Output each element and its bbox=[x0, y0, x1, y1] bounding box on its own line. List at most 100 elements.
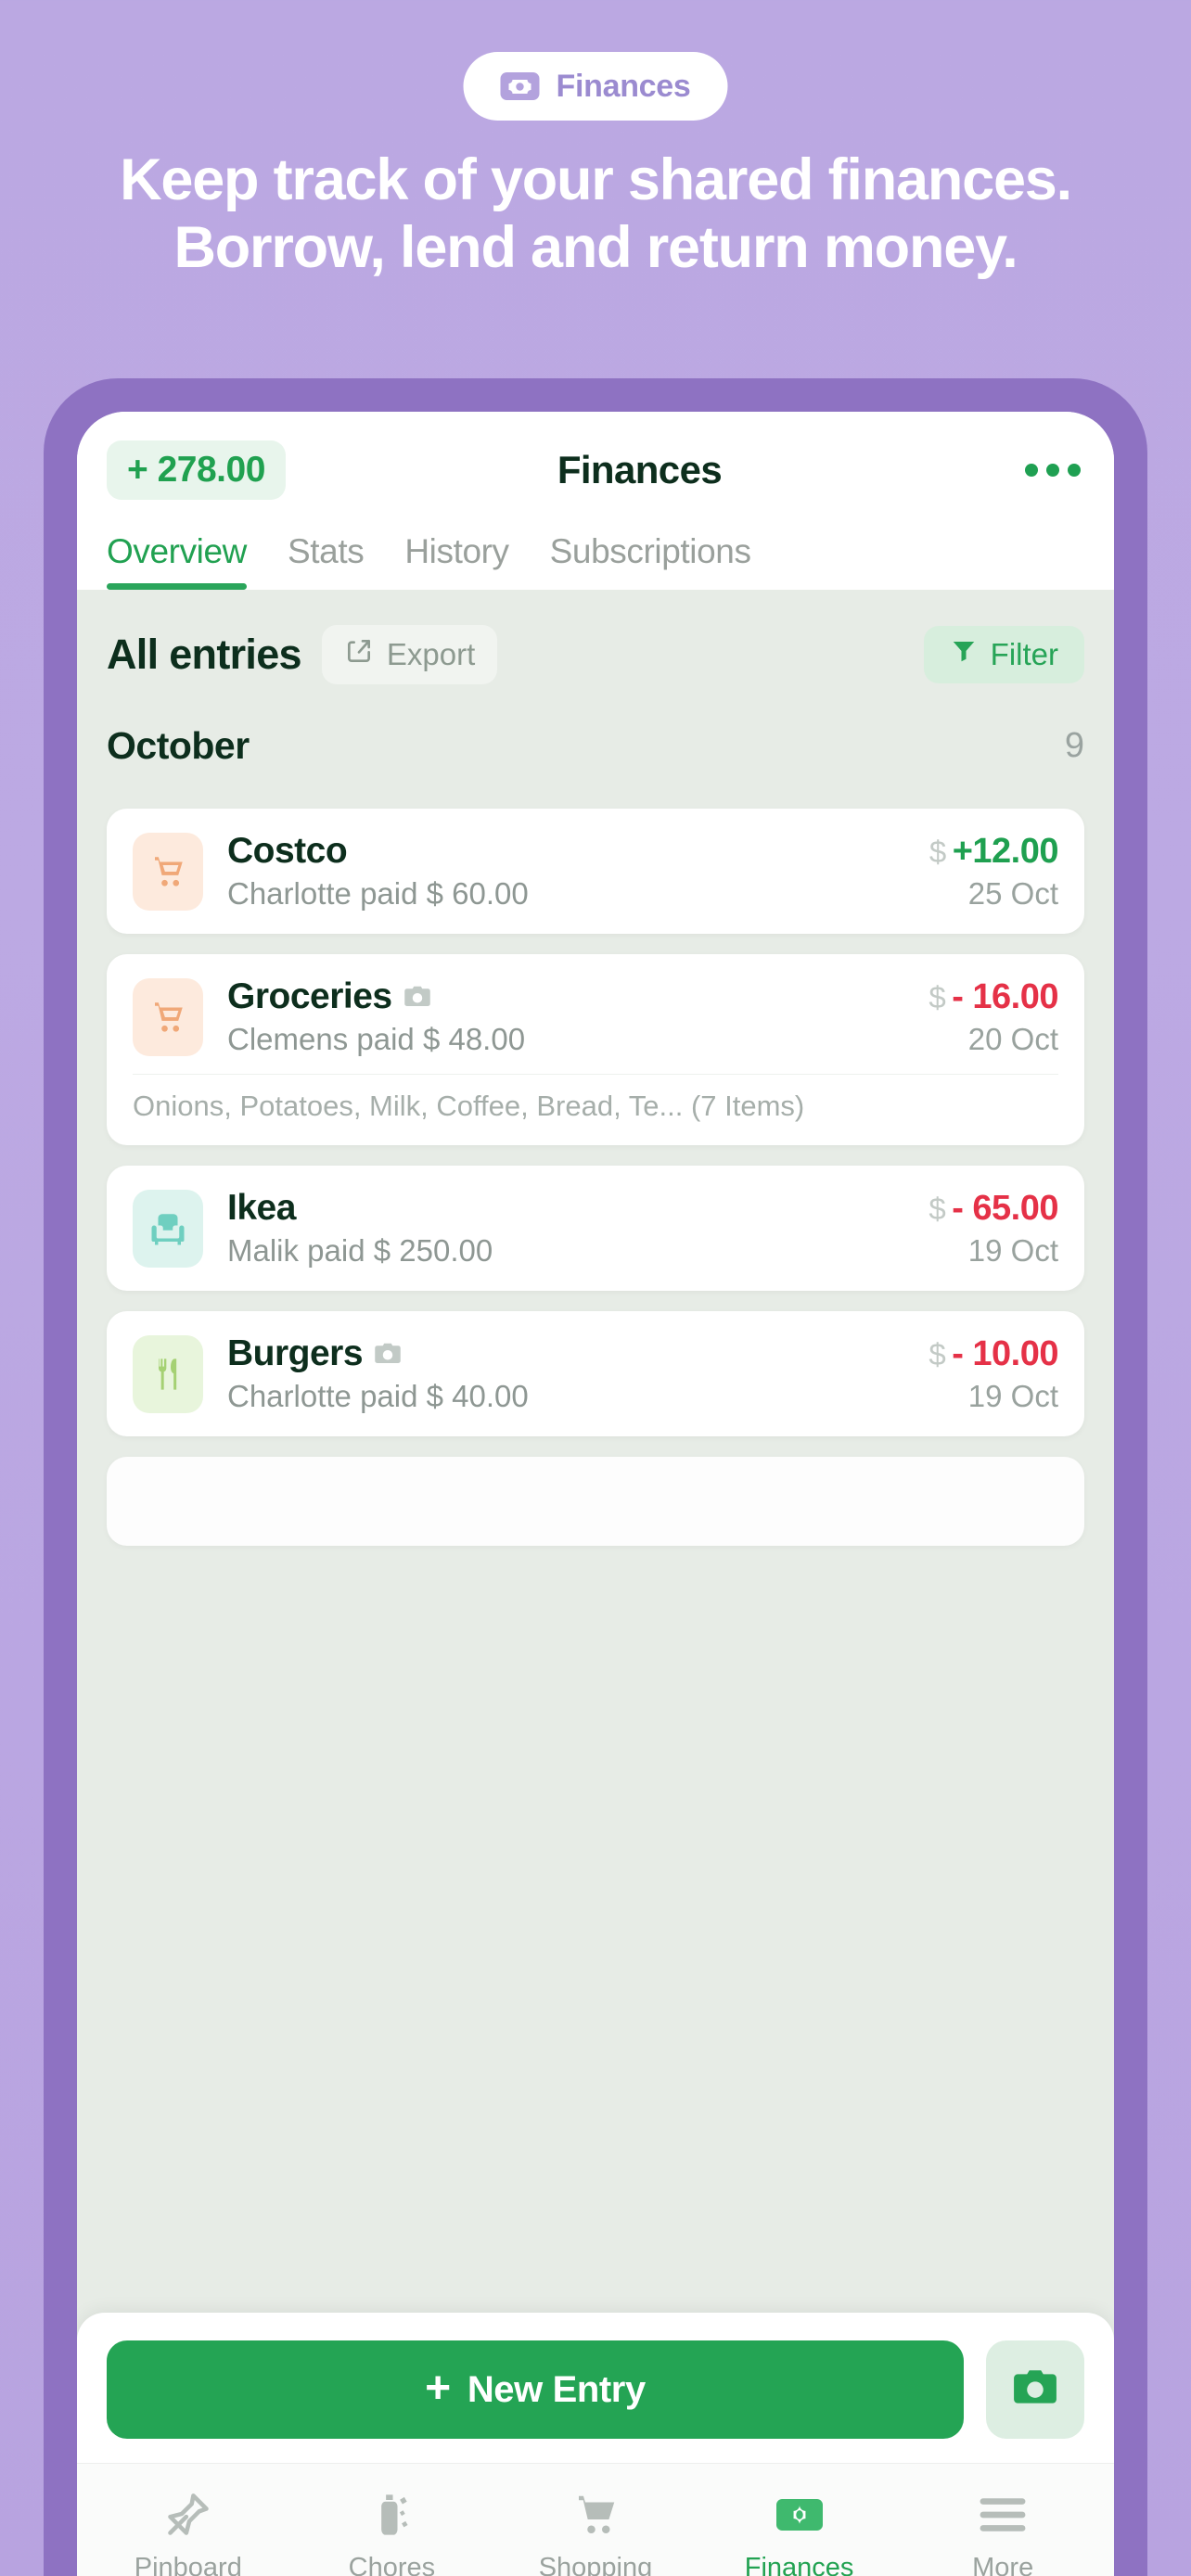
filter-label: Filter bbox=[990, 637, 1058, 671]
currency-symbol: $ bbox=[928, 834, 946, 869]
entry-name-row: Ikea bbox=[227, 1188, 904, 1229]
more-dots-icon[interactable] bbox=[1021, 456, 1084, 484]
new-entry-label: New Entry bbox=[467, 2368, 646, 2410]
new-entry-button[interactable]: + New Entry bbox=[107, 2340, 964, 2439]
list-header: All entries Export Filter bbox=[107, 621, 1084, 688]
tab-history[interactable]: History bbox=[404, 532, 509, 590]
entry-name-row: Burgers bbox=[227, 1333, 904, 1374]
entry-amount: $ - 16.00 bbox=[928, 977, 1058, 1017]
list-title: All entries bbox=[107, 631, 302, 678]
armchair-icon bbox=[133, 1189, 203, 1268]
pushpin-icon bbox=[164, 2488, 212, 2542]
filter-button[interactable]: Filter bbox=[923, 626, 1084, 683]
tab-chores[interactable]: Chores bbox=[290, 2488, 494, 2576]
shopping-cart-icon bbox=[133, 977, 203, 1056]
tab-label: Finances bbox=[744, 2553, 854, 2576]
hamburger-menu-icon bbox=[978, 2488, 1028, 2542]
camera-button[interactable] bbox=[986, 2340, 1084, 2439]
currency-symbol: $ bbox=[928, 1191, 946, 1226]
entries-list-area: All entries Export Filter October 9 Cost… bbox=[77, 590, 1114, 2463]
entry-amount: $ +12.00 bbox=[928, 831, 1059, 872]
entry-name: Burgers bbox=[227, 1333, 364, 1373]
entry-subtitle: Charlotte paid $ 60.00 bbox=[227, 876, 529, 911]
tab-more[interactable]: More bbox=[901, 2488, 1105, 2576]
tab-stats[interactable]: Stats bbox=[288, 532, 365, 590]
cutlery-icon bbox=[133, 1334, 203, 1413]
phone-screen: + 278.00 Finances Overview Stats History… bbox=[77, 412, 1114, 2576]
currency-symbol: $ bbox=[928, 1336, 946, 1371]
camera-icon bbox=[374, 1342, 402, 1366]
entry-right: $ - 65.00 19 Oct bbox=[928, 1189, 1058, 1269]
banknote-icon bbox=[500, 72, 540, 100]
currency-symbol: $ bbox=[928, 979, 946, 1014]
amount-value: - 65.00 bbox=[952, 1188, 1058, 1228]
entry-mid: Burgers Charlotte paid $ 40.00 bbox=[227, 1333, 904, 1414]
entry-right: $ - 10.00 19 Oct bbox=[928, 1334, 1058, 1414]
banknote-icon bbox=[775, 2488, 823, 2542]
month-entry-count: 9 bbox=[1064, 725, 1084, 765]
app-header-row: + 278.00 Finances bbox=[107, 436, 1084, 504]
entry-mid: Costco Charlotte paid $ 60.00 bbox=[227, 831, 905, 912]
entry-card[interactable]: Burgers Charlotte paid $ 40.00 $ - 10.00 … bbox=[107, 1311, 1084, 1436]
entry-card-partial[interactable] bbox=[107, 1457, 1084, 1546]
entry-mid: Groceries Clemens paid $ 48.00 bbox=[227, 976, 904, 1057]
tab-label: Pinboard bbox=[134, 2553, 242, 2576]
spray-bottle-icon bbox=[367, 2488, 416, 2542]
marketing-headline: Keep track of your shared finances. Borr… bbox=[120, 147, 1072, 281]
bottom-tab-bar: Pinboard Chores Shopping Finances More bbox=[77, 2463, 1114, 2576]
app-header: + 278.00 Finances Overview Stats History… bbox=[77, 412, 1114, 590]
entry-main: Costco Charlotte paid $ 60.00 $ +12.00 25… bbox=[133, 831, 1059, 912]
entry-date: 20 Oct bbox=[967, 1021, 1058, 1056]
entry-amount: $ - 10.00 bbox=[928, 1334, 1058, 1374]
entry-name: Costco bbox=[227, 831, 348, 871]
tab-subscriptions[interactable]: Subscriptions bbox=[550, 532, 751, 590]
entry-date: 25 Oct bbox=[967, 875, 1058, 911]
shopping-cart-icon bbox=[133, 832, 203, 911]
tab-finances[interactable]: Finances bbox=[698, 2488, 902, 2576]
month-header: October 9 bbox=[107, 703, 1084, 788]
shopping-cart-icon bbox=[570, 2488, 621, 2542]
entry-name: Ikea bbox=[227, 1188, 296, 1228]
entry-main: Burgers Charlotte paid $ 40.00 $ - 10.00 … bbox=[133, 1333, 1058, 1414]
entry-name: Groceries bbox=[227, 976, 392, 1016]
entry-subtitle: Charlotte paid $ 40.00 bbox=[227, 1379, 529, 1413]
entry-right: $ - 16.00 20 Oct bbox=[928, 977, 1058, 1057]
entry-mid: Ikea Malik paid $ 250.00 bbox=[227, 1188, 904, 1269]
export-label: Export bbox=[386, 637, 476, 671]
camera-icon bbox=[1012, 2367, 1058, 2413]
entry-items-list: Onions, Potatoes, Milk, Coffee, Bread, T… bbox=[133, 1074, 1058, 1123]
entry-amount: $ - 65.00 bbox=[928, 1189, 1058, 1229]
tab-shopping[interactable]: Shopping bbox=[493, 2488, 698, 2576]
amount-value: - 16.00 bbox=[952, 976, 1058, 1016]
entry-name-row: Costco bbox=[227, 831, 905, 872]
amount-value: - 10.00 bbox=[952, 1333, 1058, 1373]
segment-tabs: Overview Stats History Subscriptions bbox=[107, 504, 1084, 590]
tab-label: Chores bbox=[348, 2553, 436, 2576]
tab-label: Shopping bbox=[538, 2553, 653, 2576]
entry-main: Groceries Clemens paid $ 48.00 $ - 16.00 … bbox=[133, 976, 1058, 1057]
entry-card[interactable]: Groceries Clemens paid $ 48.00 $ - 16.00 … bbox=[107, 954, 1084, 1145]
amount-value: +12.00 bbox=[952, 831, 1059, 871]
promo-badge: Finances bbox=[463, 52, 728, 121]
share-export-icon bbox=[344, 636, 374, 673]
month-name: October bbox=[107, 723, 250, 767]
action-bar: + New Entry bbox=[77, 2313, 1114, 2463]
entry-card[interactable]: Costco Charlotte paid $ 60.00 $ +12.00 25… bbox=[107, 809, 1084, 934]
page-title: Finances bbox=[557, 448, 723, 491]
promo-badge-label: Finances bbox=[556, 68, 691, 104]
entry-subtitle: Clemens paid $ 48.00 bbox=[227, 1022, 526, 1056]
tab-overview[interactable]: Overview bbox=[107, 532, 247, 590]
entry-name-row: Groceries bbox=[227, 976, 904, 1017]
entry-date: 19 Oct bbox=[967, 1232, 1058, 1268]
export-button[interactable]: Export bbox=[321, 625, 498, 684]
tab-pinboard[interactable]: Pinboard bbox=[86, 2488, 290, 2576]
funnel-icon bbox=[950, 637, 978, 672]
plus-icon: + bbox=[425, 2363, 451, 2413]
entry-main: Ikea Malik paid $ 250.00 $ - 65.00 19 Oct bbox=[133, 1188, 1058, 1269]
phone-frame: + 278.00 Finances Overview Stats History… bbox=[44, 378, 1147, 2576]
entry-date: 19 Oct bbox=[967, 1378, 1058, 1413]
entry-subtitle: Malik paid $ 250.00 bbox=[227, 1233, 493, 1268]
entry-right: $ +12.00 25 Oct bbox=[928, 831, 1059, 912]
tab-label: More bbox=[972, 2553, 1034, 2576]
entry-card[interactable]: Ikea Malik paid $ 250.00 $ - 65.00 19 Oct bbox=[107, 1166, 1084, 1291]
